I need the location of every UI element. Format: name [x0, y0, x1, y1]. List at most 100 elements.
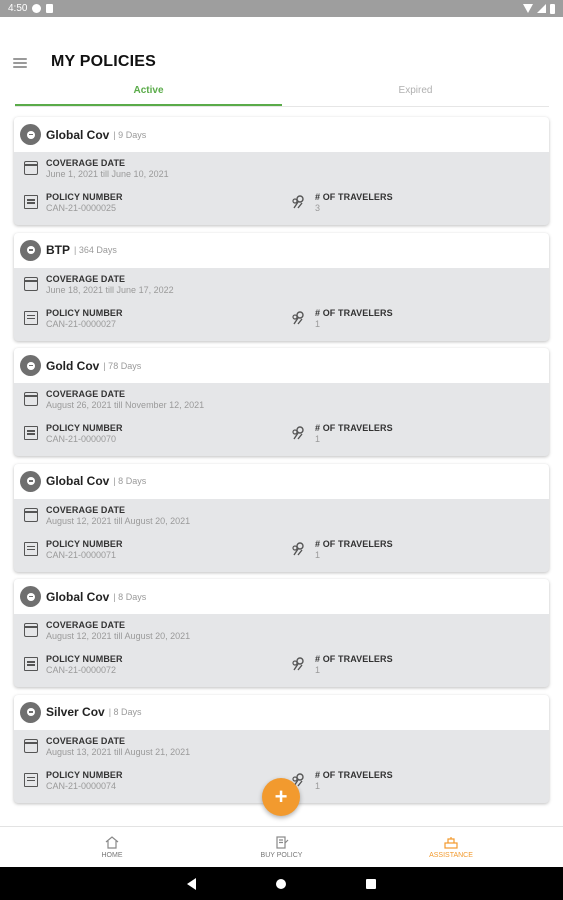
- travelers-icon: [292, 426, 304, 440]
- travelers-row: # OF TRAVELERS 3: [291, 192, 393, 214]
- policy-card[interactable]: Global Cov | 8 Days COVERAGE DATE August…: [14, 579, 549, 687]
- add-policy-button[interactable]: +: [262, 778, 300, 816]
- collapse-icon[interactable]: [20, 124, 41, 145]
- nav-buy-policy[interactable]: BUY POLICY: [242, 827, 322, 867]
- tab-active[interactable]: Active: [15, 81, 282, 107]
- policy-duration: | 8 Days: [108, 707, 142, 717]
- policy-card-header[interactable]: BTP | 364 Days: [14, 232, 549, 268]
- nav-home[interactable]: HOME: [72, 827, 152, 867]
- policy-card[interactable]: Global Cov | 8 Days COVERAGE DATE August…: [14, 463, 549, 572]
- travelers-label: # OF TRAVELERS: [315, 538, 393, 549]
- collapse-icon[interactable]: [20, 701, 41, 723]
- policy-number-row: POLICY NUMBER CAN-21-0000074: [24, 770, 123, 792]
- policy-card-header[interactable]: Silver Cov | 8 Days: [14, 694, 549, 730]
- home-circle-icon[interactable]: [276, 878, 286, 889]
- coverage-date-value: August 12, 2021 till August 20, 2021: [46, 631, 191, 641]
- tabs-divider: [15, 106, 549, 107]
- travelers-value: 1: [315, 780, 321, 791]
- policy-card[interactable]: Global Cov | 9 Days COVERAGE DATE June 1…: [14, 117, 549, 225]
- menu-icon[interactable]: [13, 58, 27, 68]
- document-icon: [24, 426, 38, 440]
- policy-list: Global Cov | 9 Days COVERAGE DATE June 1…: [14, 117, 549, 810]
- signal-icon: [537, 4, 546, 13]
- policy-card-header[interactable]: Global Cov | 8 Days: [14, 579, 549, 614]
- nav-assistance[interactable]: ASSISTANCE: [411, 827, 491, 867]
- policy-number-label: POLICY NUMBER: [46, 307, 123, 318]
- tab-expired[interactable]: Expired: [282, 81, 549, 107]
- coverage-date-value: June 18, 2021 till June 17, 2022: [46, 284, 174, 295]
- policy-number-row: POLICY NUMBER CAN-21-0000025: [24, 192, 123, 214]
- calendar-icon: [24, 738, 38, 753]
- policy-number-value: CAN-21-0000027: [46, 318, 117, 329]
- travelers-row: # OF TRAVELERS 1: [291, 770, 393, 792]
- document-icon: [24, 541, 38, 556]
- travelers-icon: [292, 310, 304, 324]
- policy-card[interactable]: BTP | 364 Days COVERAGE DATE June 18, 20…: [14, 232, 549, 341]
- home-icon: [105, 836, 119, 849]
- bottom-nav: HOME BUY POLICY ASSISTANCE: [0, 826, 563, 867]
- travelers-row: # OF TRAVELERS 1: [291, 539, 393, 561]
- collapse-icon[interactable]: [20, 355, 41, 376]
- coverage-row: COVERAGE DATE June 18, 2021 till June 17…: [24, 274, 174, 296]
- nav-home-label: HOME: [101, 852, 123, 859]
- policy-card-header[interactable]: Gold Cov | 78 Days: [14, 348, 549, 383]
- policy-number-value: CAN-21-0000070: [46, 434, 117, 444]
- policy-number-value: CAN-21-0000025: [46, 203, 117, 213]
- collapse-icon[interactable]: [20, 586, 41, 607]
- status-bar: 4:50: [0, 0, 563, 17]
- coverage-date-label: COVERAGE DATE: [46, 389, 126, 399]
- coverage-date-value: August 13, 2021 till August 21, 2021: [46, 746, 191, 757]
- travelers-value: 1: [315, 434, 321, 444]
- policy-name: Global Cov: [46, 127, 110, 142]
- travelers-icon: [292, 541, 304, 555]
- policy-number-row: POLICY NUMBER CAN-21-0000072: [24, 654, 123, 676]
- policy-number-label: POLICY NUMBER: [46, 192, 123, 202]
- coverage-date-value: August 26, 2021 till November 12, 2021: [46, 400, 205, 410]
- travelers-value: 1: [315, 318, 321, 329]
- back-icon[interactable]: [187, 877, 196, 890]
- battery-icon: [550, 3, 555, 14]
- policy-name: Global Cov: [46, 589, 110, 604]
- calendar-icon: [24, 392, 38, 406]
- policy-duration: | 8 Days: [113, 476, 147, 486]
- travelers-value: 3: [315, 203, 321, 213]
- assistance-icon: [444, 837, 458, 849]
- policy-number-label: POLICY NUMBER: [46, 538, 123, 549]
- buy-policy-icon: [275, 836, 288, 849]
- policy-number-row: POLICY NUMBER CAN-21-0000070: [24, 423, 123, 445]
- policy-duration: | 8 Days: [113, 591, 147, 602]
- policy-name: Gold Cov: [46, 358, 100, 373]
- document-icon: [24, 772, 38, 787]
- travelers-icon: [292, 657, 304, 671]
- recents-icon[interactable]: [366, 878, 376, 889]
- coverage-row: COVERAGE DATE June 1, 2021 till June 10,…: [24, 158, 169, 180]
- policy-name: Global Cov: [46, 474, 110, 488]
- coverage-date-label: COVERAGE DATE: [46, 273, 126, 284]
- policy-number-value: CAN-21-0000072: [46, 665, 117, 675]
- travelers-icon: [292, 195, 304, 209]
- notification-icon: [32, 4, 42, 13]
- policy-card[interactable]: Gold Cov | 78 Days COVERAGE DATE August …: [14, 348, 549, 456]
- travelers-label: # OF TRAVELERS: [315, 192, 393, 202]
- coverage-date-label: COVERAGE DATE: [46, 620, 126, 630]
- policy-name: BTP: [46, 243, 70, 257]
- policy-number-label: POLICY NUMBER: [46, 654, 123, 664]
- calendar-icon: [24, 507, 38, 522]
- calendar-icon: [24, 276, 38, 291]
- travelers-value: 1: [315, 665, 321, 675]
- policy-duration: | 364 Days: [74, 245, 117, 255]
- collapse-icon[interactable]: [20, 239, 41, 261]
- travelers-label: # OF TRAVELERS: [315, 654, 393, 664]
- coverage-row: COVERAGE DATE August 12, 2021 till Augus…: [24, 505, 190, 527]
- app-header: MY POLICIES Active Expired: [0, 17, 563, 107]
- travelers-row: # OF TRAVELERS 1: [291, 308, 393, 330]
- coverage-date-label: COVERAGE DATE: [46, 735, 126, 746]
- policy-card-header[interactable]: Global Cov | 8 Days: [14, 463, 549, 499]
- policy-card-header[interactable]: Global Cov | 9 Days: [14, 117, 549, 152]
- collapse-icon[interactable]: [20, 470, 41, 492]
- policy-tabs: Active Expired: [15, 81, 549, 107]
- policy-duration: | 78 Days: [103, 360, 142, 371]
- policy-number-row: POLICY NUMBER CAN-21-0000071: [24, 539, 123, 561]
- sd-card-icon: [46, 4, 54, 13]
- policy-number-label: POLICY NUMBER: [46, 769, 123, 780]
